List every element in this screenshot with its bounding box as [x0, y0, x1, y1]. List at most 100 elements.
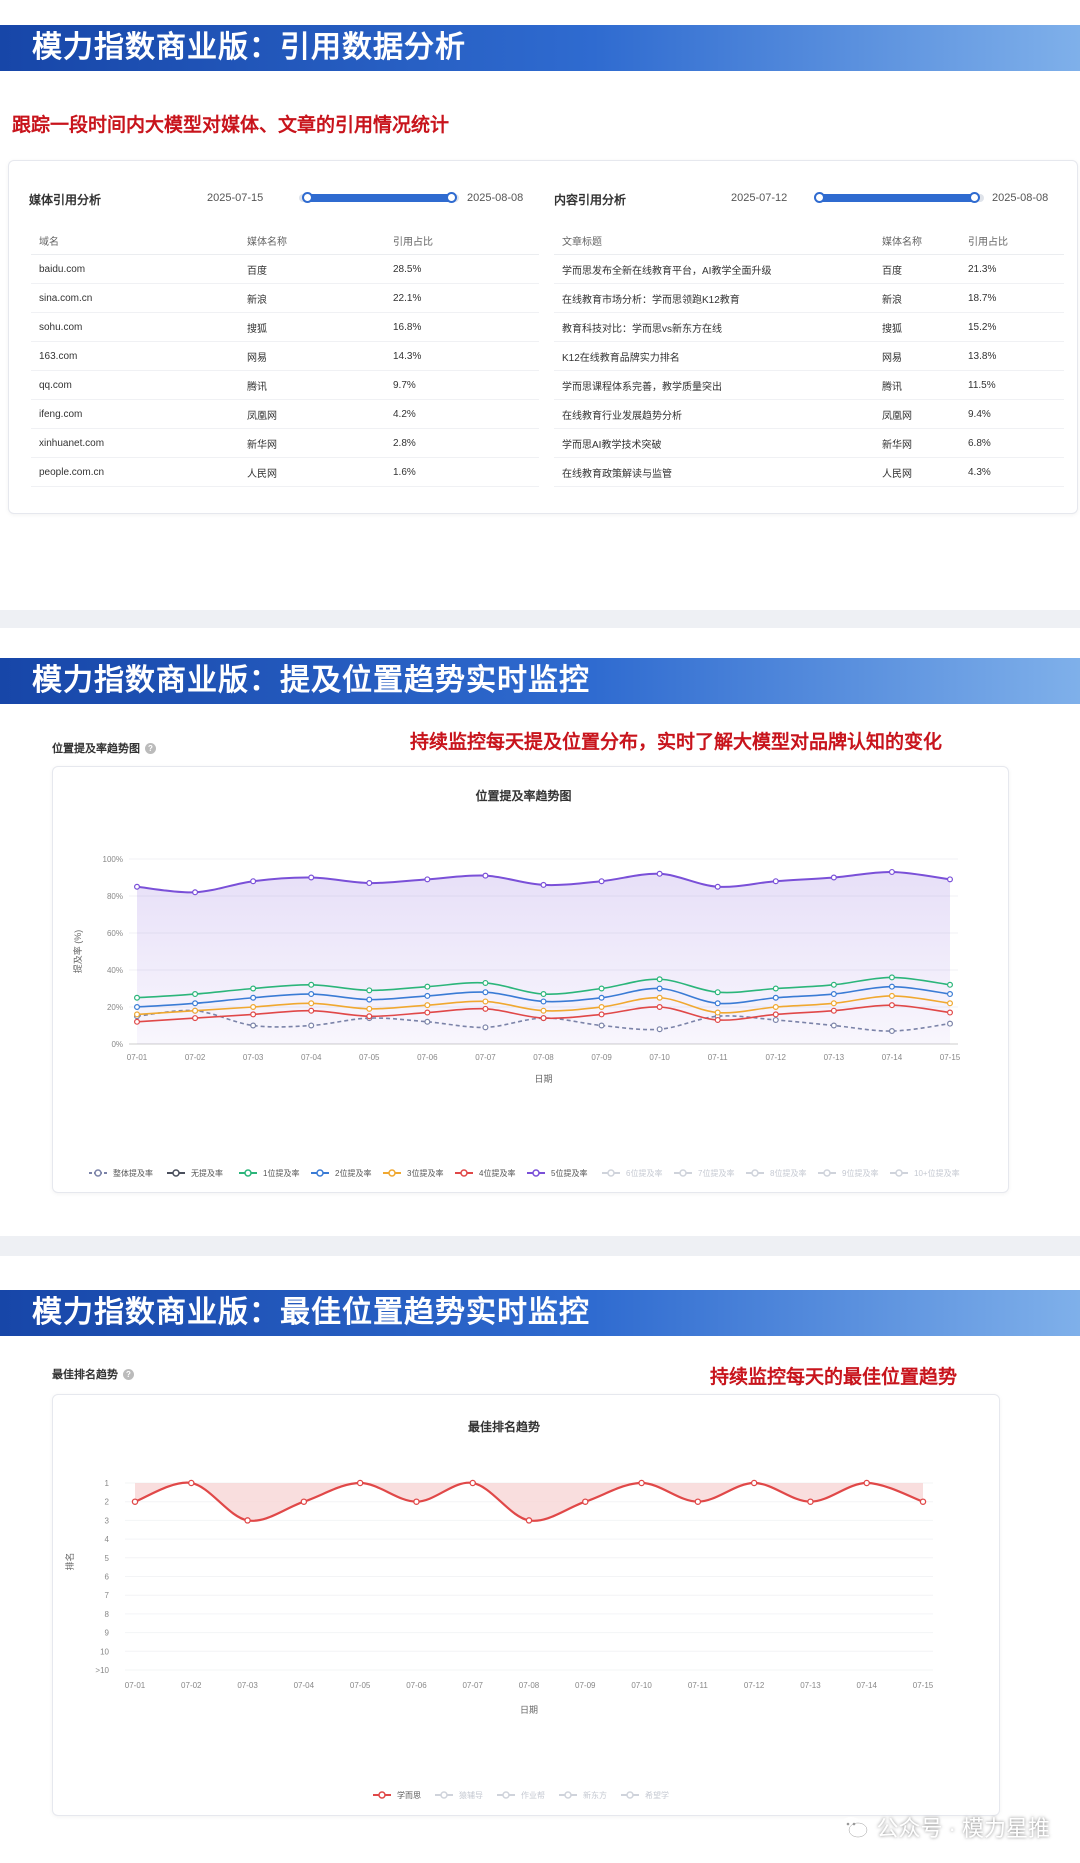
help-icon[interactable]: ? [123, 1369, 134, 1380]
legend-label[interactable]: 2位提及率 [335, 1168, 371, 1178]
data-point[interactable] [540, 1007, 547, 1014]
data-point[interactable] [598, 994, 605, 1001]
data-point[interactable] [582, 1498, 589, 1505]
data-point[interactable] [598, 1004, 605, 1011]
data-point[interactable] [772, 1004, 779, 1011]
data-point[interactable] [131, 1498, 139, 1505]
data-point[interactable] [250, 1022, 257, 1029]
data-point[interactable] [598, 985, 605, 992]
best-rank-trend-chart[interactable]: 最佳排名趋势 1 2 3 4 5 6 7 8 9 10 >10 07-01 07-02 07-03 07-04… [53, 1395, 999, 1815]
legend-marker[interactable] [244, 1169, 252, 1177]
data-point[interactable] [540, 998, 547, 1005]
legend-label[interactable]: 3位提及率 [407, 1168, 443, 1178]
legend-marker[interactable] [378, 1791, 386, 1799]
data-point[interactable] [772, 985, 779, 992]
data-point[interactable] [308, 1022, 315, 1029]
legend-marker[interactable] [388, 1169, 396, 1177]
data-point[interactable] [413, 1498, 420, 1505]
data-point[interactable] [424, 992, 431, 999]
data-point[interactable] [830, 874, 837, 881]
legend-label[interactable]: 1位提及率 [263, 1168, 299, 1178]
data-point[interactable] [308, 1000, 315, 1007]
data-point[interactable] [244, 1517, 251, 1524]
table-row[interactable]: 在线教育政策解读与监管 人民网 4.3% [554, 457, 1064, 487]
data-point[interactable] [919, 1498, 927, 1505]
data-point[interactable] [424, 1018, 431, 1025]
data-point[interactable] [366, 987, 373, 994]
content-date-end[interactable]: 2025-08-08 [992, 192, 1048, 204]
data-point[interactable] [772, 994, 779, 1001]
data-point[interactable] [133, 994, 140, 1001]
media-slider-handle-start[interactable] [302, 192, 313, 203]
data-point[interactable] [250, 878, 257, 885]
col-header[interactable]: 文章标题 [554, 227, 874, 255]
legend-label[interactable]: 8位提及率 [770, 1168, 806, 1178]
table-row[interactable]: 学而思课程体系完善，教学质量突出 腾讯 11.5% [554, 370, 1064, 400]
data-point[interactable] [946, 1020, 953, 1027]
media-date-end[interactable]: 2025-08-08 [467, 192, 523, 204]
data-point[interactable] [482, 979, 489, 986]
legend-marker[interactable] [316, 1169, 324, 1177]
col-header[interactable]: 引用占比 [960, 227, 1064, 255]
data-point[interactable] [830, 991, 837, 998]
data-point[interactable] [133, 1018, 140, 1025]
data-point[interactable] [888, 974, 895, 981]
content-slider-handle-end[interactable] [969, 192, 980, 203]
data-point[interactable] [714, 1009, 721, 1016]
legend-marker[interactable] [751, 1169, 759, 1177]
content-date-start[interactable]: 2025-07-12 [731, 192, 787, 204]
legend-label[interactable]: 5位提及率 [551, 1168, 587, 1178]
data-point[interactable] [830, 1022, 837, 1029]
data-point[interactable] [656, 1004, 663, 1011]
data-point[interactable] [540, 1015, 547, 1022]
data-point[interactable] [308, 981, 315, 988]
data-point[interactable] [540, 991, 547, 998]
legend-marker[interactable] [440, 1791, 448, 1799]
data-point[interactable] [656, 976, 663, 983]
table-row[interactable]: qq.com 腾讯 9.7% [31, 370, 539, 400]
legend-marker[interactable] [626, 1791, 634, 1799]
position-trend-chart[interactable]: 位置提及率趋势图 0% 20% 40% 60% 80% 100% 07-01 07-02 07-0… [53, 767, 1008, 1192]
data-point[interactable] [638, 1479, 645, 1487]
data-point[interactable] [250, 1004, 257, 1011]
media-slider-handle-end[interactable] [446, 192, 457, 203]
data-point[interactable] [188, 1479, 195, 1487]
data-point[interactable] [366, 996, 373, 1003]
data-point[interactable] [946, 991, 953, 998]
table-row[interactable]: 学而思发布全新在线教育平台，AI教学全面升级 百度 21.3% [554, 254, 1064, 284]
table-row[interactable]: K12在线教育品牌实力排名 网易 13.8% [554, 341, 1064, 371]
data-point[interactable] [308, 874, 315, 881]
legend-label[interactable]: 作业帮 [521, 1790, 545, 1800]
data-point[interactable] [469, 1479, 476, 1487]
data-point[interactable] [424, 1009, 431, 1016]
data-point[interactable] [946, 876, 953, 883]
legend-label[interactable]: 无提及率 [191, 1168, 223, 1178]
col-header[interactable]: 媒体名称 [239, 227, 385, 255]
table-row[interactable]: sohu.com 搜狐 16.8% [31, 312, 539, 342]
data-point[interactable] [482, 989, 489, 996]
legend-label[interactable]: 7位提及率 [698, 1168, 734, 1178]
data-point[interactable] [863, 1479, 870, 1487]
data-point[interactable] [133, 1011, 140, 1018]
data-point[interactable] [366, 1013, 373, 1020]
col-header[interactable]: 媒体名称 [874, 227, 960, 255]
legend-marker[interactable] [823, 1169, 831, 1177]
table-row[interactable]: 在线教育市场分析：学而思领跑K12教育 新浪 18.7% [554, 283, 1064, 313]
data-point[interactable] [540, 881, 547, 888]
table-row[interactable]: ifeng.com 凤凰网 4.2% [31, 399, 539, 429]
legend-label[interactable]: 整体提及率 [113, 1168, 153, 1178]
data-point[interactable] [714, 1016, 721, 1023]
data-point[interactable] [482, 1024, 489, 1031]
data-point[interactable] [192, 1000, 199, 1007]
legend-marker[interactable] [564, 1791, 572, 1799]
data-point[interactable] [830, 1000, 837, 1007]
data-point[interactable] [366, 1005, 373, 1012]
data-point[interactable] [830, 981, 837, 988]
data-point[interactable] [250, 1011, 257, 1018]
data-point[interactable] [830, 1007, 837, 1014]
legend-marker[interactable] [532, 1169, 540, 1177]
table-row[interactable]: sina.com.cn 新浪 22.1% [31, 283, 539, 313]
data-point[interactable] [424, 1002, 431, 1009]
data-point[interactable] [888, 992, 895, 999]
col-header[interactable]: 域名 [31, 227, 239, 255]
